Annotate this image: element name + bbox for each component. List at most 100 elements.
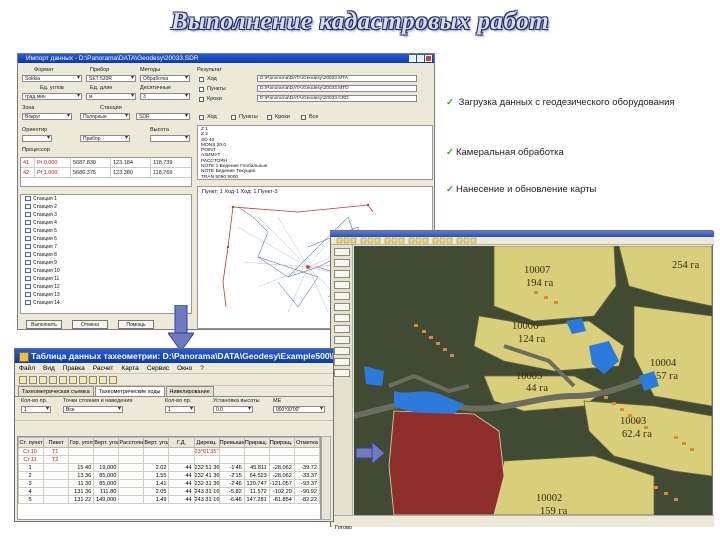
table-cell[interactable]: 131 22 (68, 495, 95, 504)
table-cell[interactable] (93, 447, 120, 456)
zoom-in-tool-icon[interactable] (334, 259, 350, 267)
table-cell[interactable]: 2.02 (143, 463, 170, 472)
table-cell[interactable] (293, 447, 320, 456)
dist-select[interactable]: м (86, 93, 136, 100)
menu-item[interactable]: ? (200, 363, 204, 373)
copy-icon[interactable] (59, 376, 67, 384)
table-row[interactable]: 5 131 22 149,000 1.49 44 243 31 16 -6.46 147.28… (18, 495, 320, 504)
table-cell[interactable]: 44 (168, 471, 195, 480)
tree-item[interactable]: Станция 6 (21, 235, 191, 243)
table-cell[interactable]: -2'46 (218, 479, 245, 488)
table-cell[interactable]: -6.46 (218, 495, 245, 504)
table-cell[interactable]: 44 (168, 463, 195, 472)
table-cell[interactable] (68, 455, 95, 464)
proc-select[interactable]: Полярные (80, 113, 130, 120)
close-button[interactable] (425, 55, 432, 62)
column-header[interactable]: Отметка (293, 437, 320, 448)
cancel-button[interactable]: Отмена (72, 320, 108, 329)
table-cell[interactable]: 232 41 36 (193, 471, 220, 480)
table-cell[interactable] (43, 463, 70, 472)
tree-item[interactable]: Станция 8 (21, 251, 191, 259)
table-cell[interactable]: -81.854 (268, 495, 295, 504)
parcel-label[interactable]: 10007 (524, 265, 550, 276)
paste-icon[interactable] (69, 376, 77, 384)
tree-item[interactable]: Станция 7 (21, 243, 191, 251)
tree-item[interactable]: Станция 5 (21, 227, 191, 235)
table-cell[interactable]: 85,000 (93, 479, 120, 488)
view-option-checkbox[interactable] (301, 115, 306, 120)
table-cell[interactable] (118, 479, 145, 488)
table-cell[interactable]: 3 (18, 479, 45, 488)
draw-polygon-tool-icon[interactable] (334, 314, 350, 322)
table-cell[interactable]: 131 36 (68, 487, 95, 496)
param-select[interactable]: 0.0 (213, 406, 253, 413)
table-cell[interactable]: 149,000 (93, 495, 120, 504)
zone-select[interactable]: Вокруг (22, 113, 72, 120)
table-cell[interactable]: 1.41 (143, 479, 170, 488)
parcel-label[interactable]: 10002 (536, 493, 562, 504)
parcel-label[interactable]: 10005 (516, 371, 542, 382)
table-cell[interactable] (43, 487, 70, 496)
column-header[interactable]: Дирекц. (193, 437, 220, 448)
execute-button[interactable]: Выполнить (26, 320, 62, 329)
parcel-label[interactable]: 10003 (620, 416, 646, 427)
tree-item[interactable]: Станция 9 (21, 259, 191, 267)
table-cell[interactable]: 4 (18, 487, 45, 496)
format-select[interactable]: Sokkia (22, 75, 82, 82)
table-cell[interactable]: Ст.11 (18, 455, 45, 464)
cadastral-map-view[interactable]: 10007 194 га 10006 124 га 10005 44 га 10… (354, 246, 712, 515)
table-cell[interactable] (118, 463, 145, 472)
menu-item[interactable]: Вид (43, 363, 55, 373)
table-cell[interactable]: 120.747 (243, 479, 270, 488)
parcel-label[interactable]: 10006 (512, 321, 538, 332)
tree-item[interactable]: Станция 1 (21, 195, 191, 203)
table-cell[interactable]: -5.82 (218, 487, 245, 496)
table-cell[interactable]: 11 30 (68, 479, 95, 488)
table-cell[interactable] (118, 495, 145, 504)
tab-item[interactable]: Тахеометрическая съемка (18, 386, 94, 396)
zoom-out-tool-icon[interactable] (334, 270, 350, 278)
table-cell[interactable]: -1'46 (218, 463, 245, 472)
table-cell[interactable] (43, 479, 70, 488)
tab-item[interactable]: Нивелирование (165, 386, 214, 396)
sdr-select[interactable]: SDR (136, 113, 190, 120)
table-cell[interactable]: 13 36 (68, 471, 95, 480)
column-header[interactable]: Расстояние (118, 437, 145, 448)
tree-item[interactable]: Станция 12 (21, 283, 191, 291)
table-cell[interactable] (218, 455, 245, 464)
table-cell[interactable]: 2.05 (143, 487, 170, 496)
tree-item[interactable]: Станция 4 (21, 219, 191, 227)
table-cell[interactable]: 147.281 (243, 495, 270, 504)
tree-item[interactable]: Станция 3 (21, 211, 191, 219)
table-cell[interactable]: 1.49 (143, 495, 170, 504)
column-header[interactable]: Превышение (218, 437, 245, 448)
table-cell[interactable]: T2 (43, 455, 70, 464)
table-cell[interactable]: 44 (168, 487, 195, 496)
table-cell[interactable] (268, 455, 295, 464)
table-cell[interactable]: 232 31 36 (193, 479, 220, 488)
table-row[interactable]: 3 11 30 85,000 1.41 44 232 31 36 -2'46 120.747-… (18, 479, 320, 488)
table-cell[interactable]: 5 (18, 495, 45, 504)
table-cell[interactable]: 243 31 16 (193, 495, 220, 504)
tree-item[interactable]: Станция 2 (21, 203, 191, 211)
table-cell[interactable]: T1 (43, 447, 70, 456)
table-cell[interactable] (118, 447, 145, 456)
settings-icon[interactable] (99, 376, 107, 384)
grid-row[interactable]: 41 Pt 0.000 5687.830 123.184 118.739 (21, 158, 191, 168)
help-button[interactable]: Помощь (118, 320, 154, 329)
table-cell[interactable] (118, 455, 145, 464)
table-cell[interactable]: Ст.10 (18, 447, 45, 456)
parcel-label[interactable]: 10004 (650, 358, 677, 369)
tree-item[interactable]: Станция 10 (21, 267, 191, 275)
info-tool-icon[interactable] (334, 347, 350, 355)
table-cell[interactable] (93, 455, 120, 464)
table-cell[interactable]: -82.22 (293, 495, 320, 504)
table-row[interactable]: Ст.11 T2 (18, 455, 320, 464)
orient-select[interactable] (22, 135, 52, 142)
column-header[interactable]: Гор. угол (68, 437, 95, 448)
param-select[interactable]: Все (63, 406, 123, 413)
view-option-checkbox[interactable] (267, 115, 272, 120)
layer-tool-icon[interactable] (334, 358, 350, 366)
table-cell[interactable]: -90.92 (293, 487, 320, 496)
column-header[interactable]: Приращ. Y (268, 437, 295, 448)
